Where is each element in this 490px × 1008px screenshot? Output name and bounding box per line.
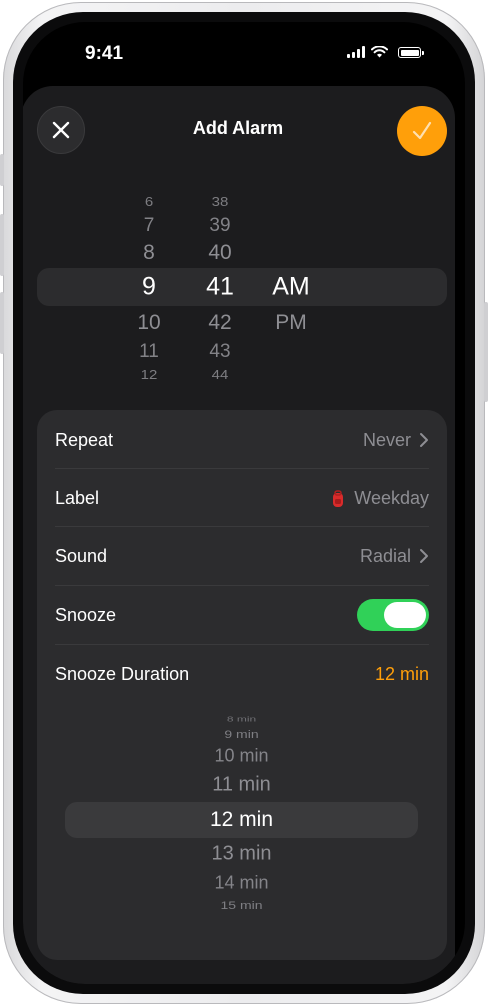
snooze-duration-row[interactable]: Snooze Duration 12 min [55, 645, 429, 703]
label-value: Weekday [354, 487, 429, 508]
wheel-item-selected[interactable]: 12 min [65, 808, 418, 832]
snooze-duration-picker[interactable]: 8 min 9 min 10 min 11 min 12 min 13 min 14 min… [65, 710, 418, 920]
wheel-item[interactable]: 44 [190, 368, 250, 382]
snooze-toggle[interactable] [357, 599, 429, 631]
label-label: Label [55, 487, 100, 508]
wheel-item[interactable]: 9 min [65, 728, 418, 741]
wheel-item[interactable]: 8 [119, 241, 179, 265]
status-time: 9:41 [85, 43, 124, 64]
chevron-right-icon [420, 549, 428, 563]
wheel-item[interactable]: 14 min [65, 873, 418, 894]
wheel-item-selected[interactable]: AM [261, 273, 321, 302]
power-button [484, 302, 488, 402]
wheel-item[interactable]: 10 min [65, 746, 418, 767]
wheel-item[interactable]: PM [261, 311, 321, 335]
wheel-item[interactable]: 42 [190, 311, 250, 335]
backpack-emoji-icon [333, 490, 344, 507]
screen: 9:41 Add Alarm 6 7 8 9 10 11 12 38 39 40 41 42 [23, 22, 465, 984]
snooze-label: Snooze [55, 604, 117, 625]
toggle-knob [384, 602, 426, 628]
snooze-row: Snooze [55, 586, 429, 644]
wheel-item[interactable]: 39 [190, 215, 250, 237]
label-value-group: Weekday [330, 488, 429, 509]
save-button[interactable] [397, 106, 447, 156]
sound-label: Sound [55, 545, 108, 566]
chevron-right-icon [420, 433, 428, 447]
sheet-title: Add Alarm [192, 118, 284, 138]
repeat-value-group: Never [363, 430, 429, 451]
sound-value: Radial [359, 545, 411, 566]
mute-switch [0, 154, 4, 186]
battery-icon [398, 47, 424, 58]
wheel-item[interactable]: 38 [190, 195, 250, 209]
time-picker[interactable]: 6 7 8 9 10 11 12 38 39 40 41 42 43 44 AM PM [37, 182, 447, 392]
wheel-item[interactable]: 13 min [65, 843, 418, 866]
alarm-settings-card: Repeat Never Label Weekday Sound Radial … [37, 410, 447, 960]
volume-down-button [0, 292, 4, 354]
wheel-item-selected[interactable]: 41 [190, 273, 250, 302]
wheel-item[interactable]: 12 [119, 368, 179, 382]
repeat-value: Never [362, 429, 411, 450]
wheel-item[interactable]: 43 [190, 341, 250, 363]
wifi-icon [371, 46, 388, 58]
wheel-item-selected[interactable]: 9 [119, 273, 179, 302]
repeat-row[interactable]: Repeat Never [55, 411, 429, 469]
repeat-label: Repeat [55, 429, 114, 450]
wheel-item[interactable]: 15 min [65, 899, 418, 912]
wheel-item[interactable]: 10 [119, 311, 179, 335]
wheel-item[interactable]: 6 [119, 195, 179, 209]
label-row[interactable]: Label Weekday [55, 469, 429, 527]
volume-up-button [0, 214, 4, 276]
wheel-item[interactable]: 7 [119, 215, 179, 237]
sound-value-group: Radial [360, 546, 429, 567]
cellular-signal-icon [347, 46, 365, 58]
status-icons [347, 46, 424, 58]
wheel-item[interactable]: 11 [119, 341, 179, 363]
add-alarm-sheet: Add Alarm 6 7 8 9 10 11 12 38 39 40 41 42 43 44 AM PM… [23, 86, 455, 984]
snooze-duration-label: Snooze Duration [55, 663, 190, 684]
wheel-item[interactable]: 40 [190, 241, 250, 265]
sound-row[interactable]: Sound Radial [55, 527, 429, 585]
wheel-item[interactable]: 11 min [65, 774, 418, 797]
snooze-duration-value: 12 min [374, 663, 429, 684]
checkmark-icon [412, 121, 432, 140]
wheel-item[interactable]: 8 min [65, 715, 418, 723]
